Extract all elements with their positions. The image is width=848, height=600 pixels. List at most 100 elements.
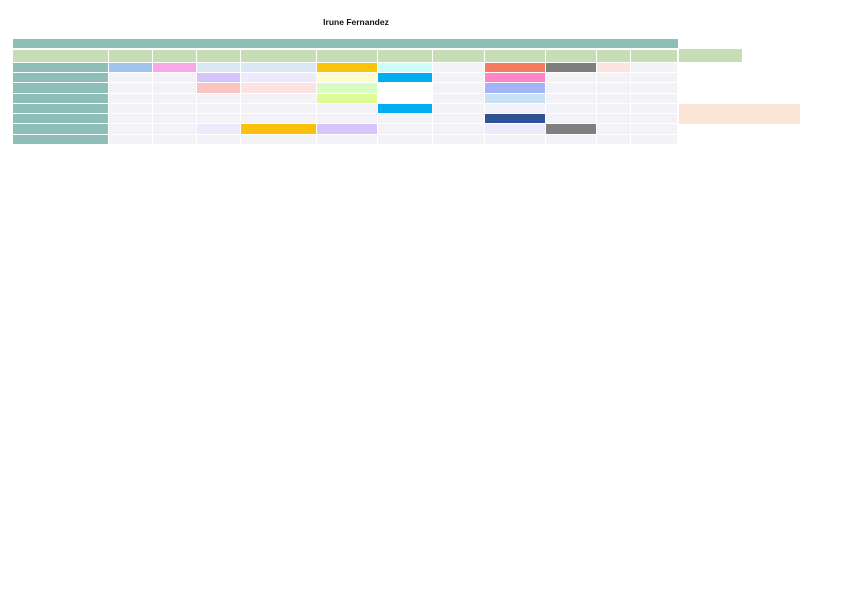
header-cell: [631, 50, 677, 62]
grid-cell: [631, 73, 677, 82]
grid-cell: [197, 124, 240, 134]
grid-cell: [241, 63, 316, 72]
grid-cell: [378, 83, 432, 93]
header-cell: [597, 50, 630, 62]
grid-cell: [109, 63, 152, 72]
page-title: Irune Fernandez: [323, 17, 389, 27]
header-cell: [197, 50, 240, 62]
grid-cell: [433, 73, 484, 82]
grid-cell: [631, 63, 677, 72]
grid-cell: [485, 83, 545, 93]
row-label-cell: [13, 135, 108, 144]
grid-cell: [597, 94, 630, 103]
grid-cell: [378, 73, 432, 82]
grid-cell: [485, 63, 545, 72]
grid-cell: [153, 114, 196, 123]
grid-cell: [631, 124, 677, 134]
grid-cell: [597, 104, 630, 113]
grid-cell: [597, 135, 630, 144]
grid-cell: [597, 114, 630, 123]
grid-cell: [197, 104, 240, 113]
grid-cell: [631, 83, 677, 93]
grid-cell: [485, 94, 545, 103]
grid-cell: [317, 63, 377, 72]
grid-cell: [546, 114, 596, 123]
grid-cell: [109, 135, 152, 144]
grid-cell: [631, 135, 677, 144]
grid-cell: [597, 124, 630, 134]
grid-cell: [485, 114, 545, 123]
document-page: Irune Fernandez: [0, 0, 848, 600]
row-label-cell: [13, 83, 108, 93]
header-cell: [433, 50, 484, 62]
grid-cell: [433, 94, 484, 103]
grid-cell: [433, 83, 484, 93]
grid-cell: [546, 124, 596, 134]
grid-cell: [241, 104, 316, 113]
grid-cell: [109, 94, 152, 103]
row-label-cell: [13, 73, 108, 82]
header-cell: [485, 50, 545, 62]
grid-cell: [546, 63, 596, 72]
grid-cell: [433, 104, 484, 113]
grid-cell: [485, 73, 545, 82]
header-cell: [109, 50, 152, 62]
grid-cell: [631, 104, 677, 113]
row-label-cell: [13, 94, 108, 103]
grid-cell: [631, 114, 677, 123]
header-cell: [13, 50, 108, 62]
grid-cell: [153, 63, 196, 72]
grid-cell: [597, 83, 630, 93]
row-label-cell: [13, 104, 108, 113]
grid-cell: [597, 63, 630, 72]
grid-cell: [317, 124, 377, 134]
grid-cell: [433, 63, 484, 72]
grid-cell: [597, 73, 630, 82]
grid-cell: [241, 73, 316, 82]
grid-cell: [433, 135, 484, 144]
grid-cell: [546, 94, 596, 103]
grid-cell: [378, 94, 432, 103]
grid-cell: [197, 135, 240, 144]
grid-cell: [197, 114, 240, 123]
grid-cell: [546, 73, 596, 82]
grid-cell: [317, 104, 377, 113]
grid-cell: [485, 124, 545, 134]
grid-cell: [197, 83, 240, 93]
header-cell: [378, 50, 432, 62]
grid-cell: [546, 104, 596, 113]
grid-cell: [317, 94, 377, 103]
grid-cell: [153, 94, 196, 103]
grid-cell: [109, 73, 152, 82]
grid-cell: [197, 94, 240, 103]
grid-cell: [546, 83, 596, 93]
grid-cell: [378, 104, 432, 113]
grid-cell: [378, 114, 432, 123]
grid-cell: [153, 73, 196, 82]
row-label-cell: [13, 63, 108, 72]
table-header-bar: [13, 39, 678, 48]
grid-cell: [109, 104, 152, 113]
grid-cell: [153, 104, 196, 113]
grid-cell: [433, 124, 484, 134]
grid-cell: [241, 83, 316, 93]
header-cell: [317, 50, 377, 62]
row-label-cell: [13, 114, 108, 123]
grid-cell: [317, 73, 377, 82]
grid-cell: [631, 94, 677, 103]
grid-cell: [197, 73, 240, 82]
grid-cell: [241, 135, 316, 144]
grid-cell: [241, 94, 316, 103]
grid-cell: [317, 135, 377, 144]
row-label-cell: [13, 124, 108, 134]
header-cell: [546, 50, 596, 62]
grid-cell: [241, 124, 316, 134]
side-block-header: [679, 49, 742, 62]
grid-cell: [317, 114, 377, 123]
grid-cell: [485, 104, 545, 113]
grid-cell: [485, 135, 545, 144]
side-note-block: [679, 104, 800, 124]
header-cell: [153, 50, 196, 62]
grid-cell: [378, 135, 432, 144]
grid-cell: [546, 135, 596, 144]
